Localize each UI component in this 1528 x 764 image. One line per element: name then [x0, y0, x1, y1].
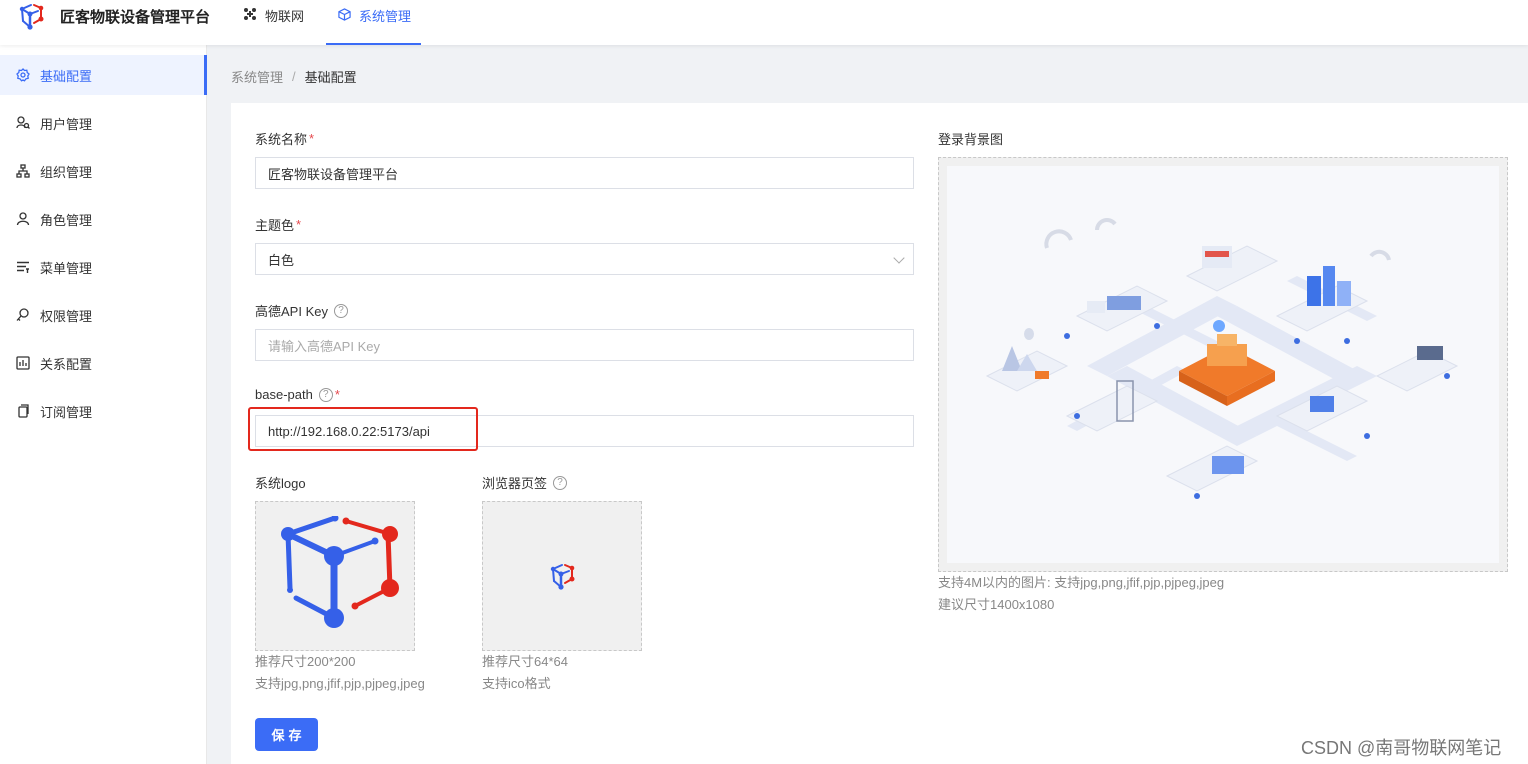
user-search-icon — [16, 116, 30, 130]
label-text: 登录背景图 — [938, 132, 1004, 147]
copy-icon — [16, 404, 30, 418]
login-bg-preview — [947, 166, 1499, 563]
amap-key-input[interactable]: 请输入高德API Key — [255, 329, 914, 361]
sidebar-item-basic-config[interactable]: 基础配置 — [0, 55, 207, 95]
org-chart-icon — [16, 164, 30, 178]
login-bg-hint-size: 建议尺寸1400x1080 — [938, 597, 1055, 612]
help-icon[interactable]: ? — [333, 303, 348, 318]
required-mark: * — [296, 217, 302, 232]
label-text: 系统名称 — [255, 132, 308, 147]
system-logo-upload[interactable] — [255, 501, 415, 651]
topnav-iot[interactable]: 物联网 — [240, 0, 306, 45]
base-path-label: base-path? * — [255, 387, 340, 402]
relation-chart-icon — [16, 356, 30, 370]
system-logo-hint-format: 支持jpg,png,jfif,pjp,pjpeg,jpeg — [255, 676, 425, 691]
key-search-icon — [16, 308, 30, 322]
topnav-system[interactable]: 系统管理 — [326, 0, 422, 45]
breadcrumb-current: 基础配置 — [304, 70, 357, 85]
cube-icon — [336, 6, 352, 22]
system-name-label: 系统名称 * — [255, 129, 314, 148]
sidebar-item-label: 用户管理 — [40, 116, 93, 132]
login-bg-label: 登录背景图 — [938, 129, 1003, 148]
person-icon — [16, 212, 30, 226]
sidebar-item-label: 角色管理 — [40, 212, 93, 228]
brand[interactable]: 匠客物联设备管理平台 — [16, 2, 210, 30]
sidebar-item-label: 基础配置 — [40, 68, 93, 84]
top-header: 匠客物联设备管理平台 物联网 系统管理 — [0, 0, 1528, 45]
system-name-input[interactable]: 匠客物联设备管理平台 — [255, 157, 914, 189]
label-text: 浏览器页签 — [482, 476, 548, 491]
label-text: base-path — [255, 387, 313, 402]
top-nav: 物联网 系统管理 — [240, 0, 449, 45]
sidebar-item-label: 组织管理 — [40, 164, 93, 180]
system-logo-label: 系统logo — [255, 473, 306, 492]
gear-icon — [16, 68, 30, 82]
sidebar-item-subscription[interactable]: 订阅管理 — [0, 391, 206, 431]
logo-icon — [19, 4, 44, 30]
theme-color-value: 白色 — [268, 252, 295, 268]
favicon-upload[interactable] — [482, 501, 642, 651]
favicon-hint-format: 支持ico格式 — [482, 676, 551, 691]
favicon-hint-size: 推荐尺寸64*64 — [482, 654, 568, 669]
system-logo-hint-size: 推荐尺寸200*200 — [255, 654, 356, 669]
label-text: 高德API Key — [255, 304, 328, 319]
chevron-down-icon — [893, 252, 905, 264]
sidebar: 基础配置 用户管理 组织管理 角色管理 菜单管理 权限管理 关系配置 订阅管理 — [0, 45, 207, 764]
sidebar-item-user[interactable]: 用户管理 — [0, 103, 206, 143]
sidebar-item-label: 关系配置 — [40, 356, 93, 372]
iso-city-illustration — [985, 218, 1459, 499]
sidebar-item-label: 订阅管理 — [40, 404, 93, 420]
label-text: 系统logo — [255, 476, 306, 491]
breadcrumb: 系统管理 / 基础配置 — [231, 67, 357, 86]
amap-key-label: 高德API Key? — [255, 301, 348, 320]
topnav-label: 物联网 — [265, 9, 305, 24]
sidebar-item-role[interactable]: 角色管理 — [0, 199, 206, 239]
label-text: 主题色 — [255, 218, 295, 233]
theme-color-label: 主题色 * — [255, 215, 301, 234]
login-bg-upload[interactable] — [938, 157, 1508, 572]
watermark: CSDN @南哥物联网笔记 — [1301, 738, 1502, 758]
help-icon[interactable]: ? — [318, 387, 333, 402]
sidebar-item-label: 权限管理 — [40, 308, 93, 324]
required-mark: * — [334, 387, 340, 402]
topnav-label: 系统管理 — [359, 9, 412, 24]
sidebar-item-menu[interactable]: 菜单管理 — [0, 247, 206, 287]
theme-color-select[interactable]: 白色 — [255, 243, 914, 275]
required-mark: * — [309, 131, 315, 146]
favicon-preview-icon — [550, 564, 575, 590]
grid-icon — [242, 6, 258, 22]
breadcrumb-parent[interactable]: 系统管理 — [231, 67, 283, 86]
sidebar-item-label: 菜单管理 — [40, 260, 93, 276]
logo-icon — [281, 516, 399, 628]
sidebar-item-permission[interactable]: 权限管理 — [0, 295, 206, 335]
app-title: 匠客物联设备管理平台 — [60, 8, 211, 26]
help-icon[interactable]: ? — [553, 475, 568, 490]
favicon-label: 浏览器页签? — [482, 473, 568, 492]
breadcrumb-separator: / — [292, 69, 296, 84]
login-bg-hint-format: 支持4M以内的图片: 支持jpg,png,jfif,pjp,pjpeg,jpeg — [938, 575, 1225, 590]
menu-list-icon — [16, 260, 30, 274]
save-button[interactable]: 保存 — [255, 718, 318, 751]
sidebar-item-org[interactable]: 组织管理 — [0, 151, 206, 191]
sidebar-item-relation[interactable]: 关系配置 — [0, 343, 206, 383]
annotation-highlight — [248, 407, 478, 451]
